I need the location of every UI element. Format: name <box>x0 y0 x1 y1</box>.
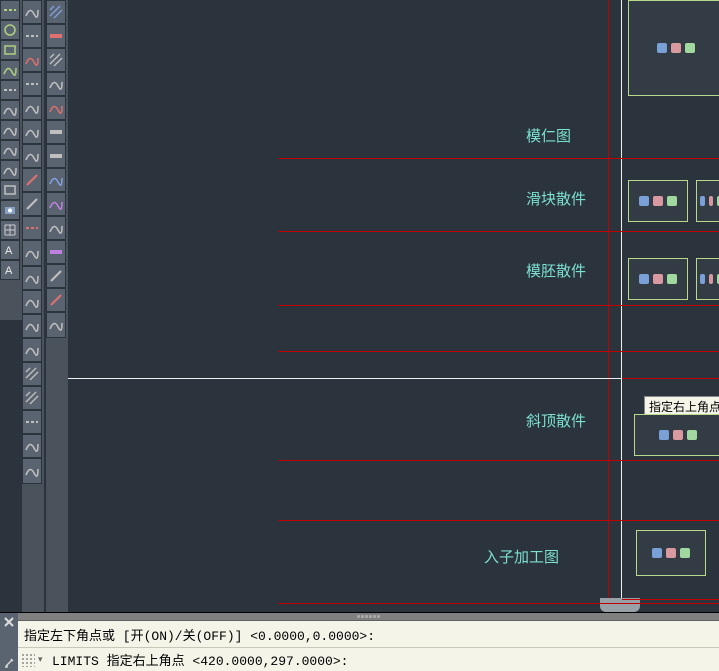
tool-m-purple[interactable] <box>46 192 66 216</box>
tool-hatch-blue[interactable] <box>46 0 66 24</box>
command-input-row[interactable]: ▾ LIMITS 指定右上角点 <420.0000,297.0000>: <box>18 647 719 671</box>
tool-intersect[interactable] <box>0 120 20 140</box>
tool-edge-b[interactable] <box>22 144 42 168</box>
tool-long-tool[interactable] <box>22 240 42 266</box>
thumb-c1 <box>628 258 688 300</box>
label-mold-blank: 模胚散件 <box>526 260 586 281</box>
tool-diag-yellow[interactable] <box>22 192 42 216</box>
tool-m-red[interactable] <box>46 96 66 120</box>
tool-spline[interactable] <box>0 0 20 20</box>
tool-dim[interactable] <box>22 338 42 362</box>
thumb-b1 <box>628 180 688 222</box>
divider-horizontal <box>278 520 719 521</box>
tool-polyline3d[interactable] <box>0 80 20 100</box>
svg-text:A: A <box>5 265 13 277</box>
tool-palette-c <box>46 0 68 612</box>
tool-white-stripe[interactable] <box>46 144 66 168</box>
command-history: 指定左下角点或 [开(ON)/关(OFF)] <0.0000,0.0000>: <box>18 621 719 647</box>
tool-data[interactable] <box>0 160 20 180</box>
tool-h-pipe[interactable] <box>22 96 42 120</box>
command-drag-handle[interactable] <box>18 613 719 621</box>
tool-arc[interactable] <box>0 60 20 80</box>
tool-dim-arc[interactable] <box>22 458 42 484</box>
label-insert-mfg: 入子加工图 <box>484 546 559 567</box>
thumb-b2 <box>696 180 719 222</box>
divider-horizontal-short <box>622 378 719 379</box>
command-close-button[interactable] <box>2 615 16 629</box>
command-body: 指定左下角点或 [开(ON)/关(OFF)] <0.0000,0.0000>: … <box>18 613 719 671</box>
tool-axis[interactable] <box>22 434 42 458</box>
tool-m-grey[interactable] <box>46 216 66 240</box>
divider-horizontal <box>278 351 719 352</box>
tool-diag-red[interactable] <box>22 168 42 192</box>
label-core-insert: 模仁图 <box>526 125 571 146</box>
command-dropdown-arrow[interactable]: ▾ <box>38 655 48 665</box>
tool-circle[interactable] <box>0 20 20 40</box>
tool-text-low[interactable]: A <box>0 260 20 280</box>
divider-horizontal <box>278 603 719 604</box>
thumb-a <box>628 0 719 96</box>
tool-edge-a[interactable] <box>22 120 42 144</box>
tool-hatch-white[interactable] <box>46 48 66 72</box>
command-grip-icon <box>21 653 35 667</box>
tool-camera[interactable] <box>0 200 20 220</box>
command-window: 指定左下角点或 [开(ON)/关(OFF)] <0.0000,0.0000>: … <box>0 612 719 671</box>
thumb-e <box>636 530 706 576</box>
tool-zigzag[interactable] <box>22 0 42 24</box>
tool-diag-red2[interactable] <box>46 288 66 312</box>
thumb-d <box>634 414 719 456</box>
tool-hatch-a[interactable] <box>22 362 42 386</box>
divider-horizontal <box>278 305 719 306</box>
tool-ortho[interactable] <box>22 314 42 338</box>
divider-horizontal <box>278 460 719 461</box>
scroll-nub[interactable] <box>600 598 640 612</box>
divider-horizontal <box>278 231 719 232</box>
command-history-line: 指定左下角点或 [开(ON)/关(OFF)] <0.0000,0.0000>: <box>24 625 375 644</box>
divider-horizontal-short <box>622 599 719 600</box>
label-lifter-parts: 斜顶散件 <box>526 410 586 431</box>
tool-palette-a: AA <box>0 0 22 320</box>
thumb-c2 <box>696 258 719 300</box>
tool-gradient[interactable] <box>22 290 42 314</box>
tool-brown-diag[interactable] <box>46 264 66 288</box>
drawing-canvas[interactable]: 模仁图 滑块散件 模胚散件 斜顶散件 入子加工图 指定右上角点 <box>68 0 719 612</box>
tool-red-zigzag[interactable] <box>22 48 42 72</box>
tool-rect-select[interactable] <box>0 180 20 200</box>
tool-purple-stripe[interactable] <box>46 240 66 264</box>
tool-cylinder[interactable] <box>0 100 20 120</box>
command-customize-button[interactable] <box>2 656 16 670</box>
svg-text:A: A <box>5 245 13 257</box>
tool-red-line[interactable] <box>22 216 42 240</box>
tool-text[interactable]: A <box>0 240 20 260</box>
label-slider-parts: 滑块散件 <box>526 188 586 209</box>
tool-colors[interactable] <box>46 72 66 96</box>
tool-red-stripe[interactable] <box>46 24 66 48</box>
tool-dash-line[interactable] <box>22 24 42 48</box>
tool-rectangle[interactable] <box>0 40 20 60</box>
tool-cross[interactable] <box>0 140 20 160</box>
tool-dashline[interactable] <box>22 410 42 434</box>
tool-m-blue[interactable] <box>46 168 66 192</box>
command-input-text: LIMITS 指定右上角点 <420.0000,297.0000>: <box>52 650 348 669</box>
tool-place[interactable] <box>46 312 66 338</box>
command-gutter <box>0 613 18 671</box>
tool-grid[interactable] <box>0 220 20 240</box>
tool-crop[interactable] <box>22 266 42 290</box>
tool-hatch-b[interactable] <box>22 386 42 410</box>
tool-brown-stripe[interactable] <box>46 120 66 144</box>
divider-horizontal <box>278 158 719 159</box>
tool-palette-b <box>22 0 44 612</box>
tool-dbl-line[interactable] <box>22 72 42 96</box>
